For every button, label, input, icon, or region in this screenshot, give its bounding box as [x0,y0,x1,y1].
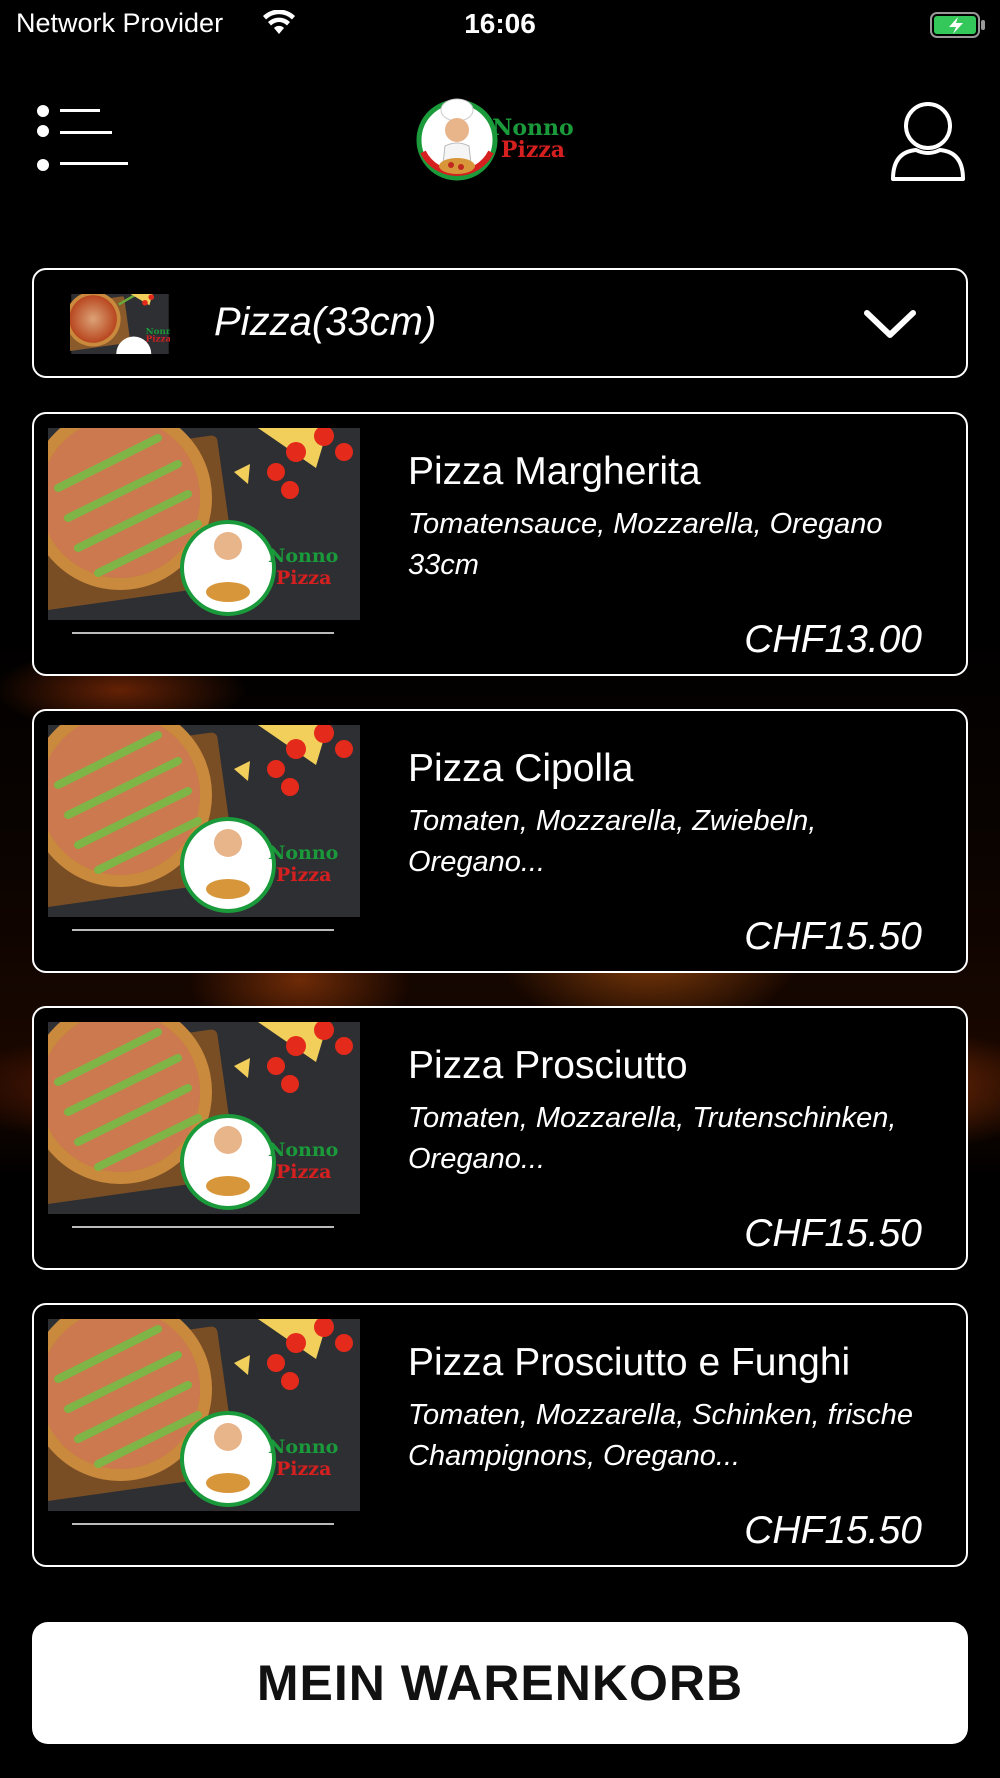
product-description: Tomaten, Mozzarella, Trutenschinken, Ore… [408,1102,897,1175]
product-image: Nonno Pizza [48,725,360,917]
nonno-pizza-logo: Nonno Pizza [415,90,585,190]
svg-text:Pizza: Pizza [276,567,331,589]
product-name: Pizza Cipolla [408,747,634,790]
svg-text:Pizza: Pizza [276,1161,331,1183]
image-underline [72,929,334,931]
product-name: Pizza Margherita [408,450,701,493]
svg-text:Nonno: Nonno [268,1139,338,1161]
svg-text:Nonno: Nonno [268,545,338,567]
clock: 16:06 [464,8,536,39]
product-name: Pizza Prosciutto [408,1044,688,1087]
product-image: Nonno Pizza [48,1022,360,1214]
product-price: CHF15.50 [744,1509,922,1552]
category-thumbnail-image: Nonno Pizza [70,294,170,354]
cart-button[interactable]: MEIN WARENKORB [32,1622,968,1744]
product-name: Pizza Prosciutto e Funghi [408,1341,851,1384]
app-screen: Network Provider 16:06 Nonno Pizza Non P… [0,0,1000,1778]
svg-text:Pizza: Pizza [276,864,331,886]
category-label: Pizza(33cm) [214,300,437,344]
product-card-prosciutto[interactable]: Nonno Pizza Pizza Prosciutto Tomaten, Mo… [32,1006,968,1270]
chevron-down-icon[interactable] [862,306,918,342]
image-underline [72,632,334,634]
product-price: CHF15.50 [744,1212,922,1255]
image-underline [72,1226,334,1228]
product-image: Nonno Pizza [48,1319,360,1511]
logo-text-pizza: Pizza [501,137,565,163]
product-image: Nonno Pizza [48,428,360,620]
hamburger-menu-icon[interactable] [36,104,128,172]
category-dropdown[interactable]: Nonno Pizza Pizza(33cm) [32,268,968,378]
battery-charging-icon [930,12,985,38]
product-price: CHF15.50 [744,915,922,958]
cart-button-label: MEIN WARENKORB [256,1655,744,1711]
product-card-cipolla[interactable]: Nonno Pizza Pizza Cipolla Tomaten, Mozza… [32,709,968,973]
product-description: Tomaten, Mozzarella, Schinken, frische C… [408,1399,914,1472]
svg-text:Nonno: Nonno [268,1436,338,1458]
product-card-margherita[interactable]: Nonno Pizza Pizza Margherita Tomatensauc… [32,412,968,676]
status-bar: Network Provider 16:06 [0,0,1000,50]
image-underline [72,1523,334,1525]
svg-text:Nonno: Nonno [268,842,338,864]
product-description: Tomaten, Mozzarella, Zwiebeln, Oregano..… [408,805,817,878]
product-description: Tomatensauce, Mozzarella, Oregano 33cm [408,508,883,581]
svg-text:Pizza: Pizza [276,1458,331,1480]
user-profile-icon[interactable] [890,100,966,182]
svg-text:Pizza: Pizza [146,335,170,345]
product-price: CHF13.00 [744,618,922,661]
product-card-prosciutto-funghi[interactable]: Nonno Pizza Pizza Prosciutto e Funghi To… [32,1303,968,1567]
